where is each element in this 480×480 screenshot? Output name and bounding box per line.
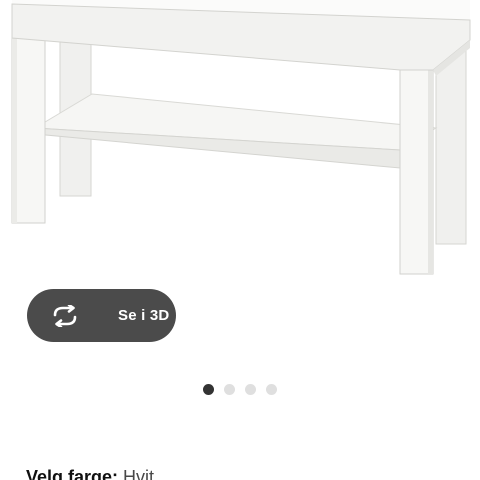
product-image[interactable] (0, 0, 480, 290)
tv-bench-illustration (11, 0, 471, 275)
carousel-pagination (0, 384, 480, 396)
product-page: Se i 3D Velg farge: Hvit (0, 0, 480, 480)
carousel-dot-3[interactable] (245, 384, 256, 395)
rotate-3d-icon (51, 303, 79, 329)
color-selector-value: Hvit (123, 467, 155, 480)
color-selector[interactable]: Velg farge: Hvit (26, 466, 154, 480)
carousel-dot-2[interactable] (224, 384, 235, 395)
carousel-dot-4[interactable] (266, 384, 277, 395)
back-right-leg (435, 49, 467, 245)
view-3d-button[interactable]: Se i 3D (27, 289, 176, 342)
color-selector-label: Velg farge: (26, 467, 119, 480)
view-3d-label: Se i 3D (118, 307, 170, 324)
carousel-dot-1[interactable] (203, 384, 214, 395)
